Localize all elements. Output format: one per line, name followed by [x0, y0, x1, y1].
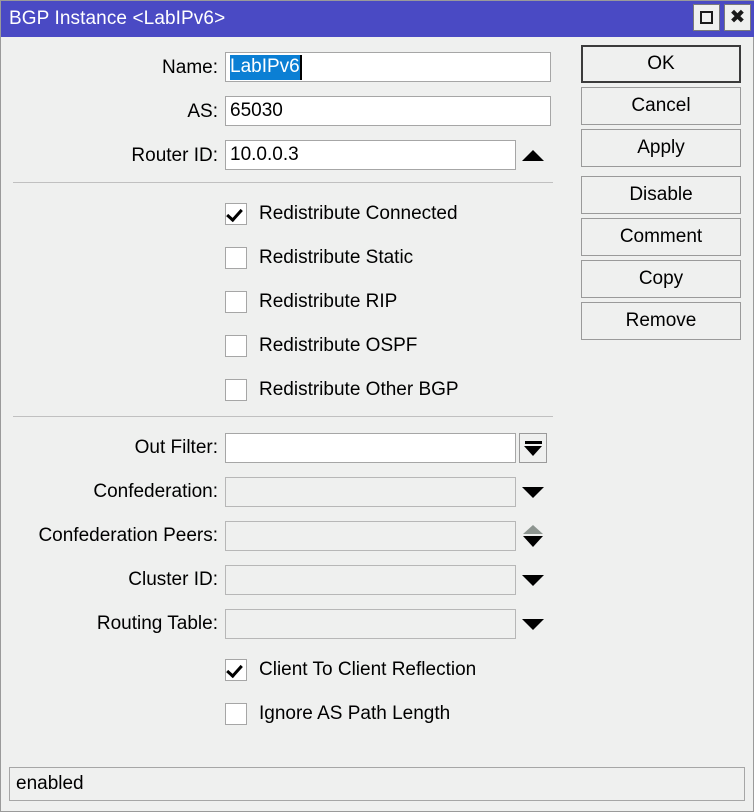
as-label: AS: — [187, 101, 218, 122]
confederation-dropdown-button[interactable] — [519, 477, 547, 507]
cluster-id-dropdown-button[interactable] — [519, 565, 547, 595]
cluster-id-label: Cluster ID: — [128, 569, 218, 590]
name-label: Name: — [162, 57, 218, 78]
router-id-up-button[interactable] — [519, 140, 547, 170]
maximize-button[interactable] — [693, 4, 720, 31]
action-button-column: OK Cancel Apply Disable Comment Copy Rem… — [581, 45, 741, 344]
triangle-down-icon — [522, 574, 544, 586]
routing-table-input[interactable] — [225, 609, 516, 639]
close-icon: ✖ — [729, 6, 746, 28]
remove-button[interactable]: Remove — [581, 302, 741, 340]
status-text: enabled — [16, 773, 84, 794]
checkbox-icon — [225, 379, 247, 401]
as-input-value: 65030 — [230, 100, 283, 121]
checkbox-label: Redistribute Other BGP — [259, 379, 459, 400]
window-controls: ✖ — [693, 4, 751, 31]
checkbox-redistribute-ospf[interactable]: Redistribute OSPF — [225, 333, 417, 359]
as-input[interactable]: 65030 — [225, 96, 551, 126]
status-bar: enabled — [9, 767, 745, 801]
confederation-peers-label: Confederation Peers: — [38, 525, 218, 546]
window-title: BGP Instance <LabIPv6> — [9, 8, 226, 29]
checkbox-icon — [225, 703, 247, 725]
triangle-up-icon — [522, 149, 544, 161]
checkbox-icon — [225, 203, 247, 225]
checkbox-icon — [225, 247, 247, 269]
checkbox-redistribute-rip[interactable]: Redistribute RIP — [225, 289, 397, 315]
checkbox-client-to-client-reflection[interactable]: Client To Client Reflection — [225, 657, 476, 683]
triangle-down-icon — [523, 536, 543, 547]
dropdown-bar-icon — [524, 440, 542, 444]
out-filter-dropdown-button[interactable] — [519, 433, 547, 463]
checkbox-redistribute-other-bgp[interactable]: Redistribute Other BGP — [225, 377, 459, 403]
router-id-input-value: 10.0.0.3 — [230, 144, 299, 165]
checkbox-label: Client To Client Reflection — [259, 659, 477, 680]
out-filter-input[interactable] — [225, 433, 516, 463]
close-button[interactable]: ✖ — [724, 4, 751, 31]
triangle-down-icon — [522, 486, 544, 498]
triangle-down-icon — [524, 445, 542, 456]
cluster-id-input[interactable] — [225, 565, 516, 595]
square-icon — [700, 11, 713, 24]
form-area: Name: LabIPv6 AS: 65030 Router ID: 10.0.… — [1, 37, 566, 752]
cancel-button[interactable]: Cancel — [581, 87, 741, 125]
apply-button[interactable]: Apply — [581, 129, 741, 167]
checkbox-ignore-as-path-length[interactable]: Ignore AS Path Length — [225, 701, 450, 727]
name-input[interactable]: LabIPv6 — [225, 52, 551, 82]
triangle-up-icon — [523, 525, 543, 534]
separator-top — [13, 182, 553, 183]
checkbox-label: Redistribute Connected — [259, 203, 458, 224]
copy-button[interactable]: Copy — [581, 260, 741, 298]
comment-button[interactable]: Comment — [581, 218, 741, 256]
checkbox-label: Redistribute RIP — [259, 291, 398, 312]
confederation-peers-spinner[interactable] — [519, 520, 547, 552]
name-input-value: LabIPv6 — [230, 54, 300, 80]
confederation-input[interactable] — [225, 477, 516, 507]
checkbox-label: Redistribute Static — [259, 247, 414, 268]
ok-button[interactable]: OK — [581, 45, 741, 83]
checkbox-icon — [225, 659, 247, 681]
checkbox-icon — [225, 335, 247, 357]
router-id-label: Router ID: — [131, 145, 218, 166]
router-id-input[interactable]: 10.0.0.3 — [225, 140, 516, 170]
confederation-peers-input[interactable] — [225, 521, 516, 551]
routing-table-label: Routing Table: — [96, 613, 218, 634]
separator-bottom — [13, 416, 553, 417]
title-bar[interactable]: BGP Instance <LabIPv6> ✖ — [1, 1, 754, 37]
checkbox-redistribute-static[interactable]: Redistribute Static — [225, 245, 413, 271]
checkbox-icon — [225, 291, 247, 313]
bgp-instance-dialog: BGP Instance <LabIPv6> ✖ Name: LabIPv6 A… — [0, 0, 754, 812]
out-filter-label: Out Filter: — [134, 437, 218, 458]
checkbox-label: Redistribute OSPF — [259, 335, 418, 356]
checkbox-redistribute-connected[interactable]: Redistribute Connected — [225, 201, 458, 227]
routing-table-dropdown-button[interactable] — [519, 609, 547, 639]
confederation-label: Confederation: — [93, 481, 218, 502]
disable-button[interactable]: Disable — [581, 176, 741, 214]
checkbox-label: Ignore AS Path Length — [259, 703, 451, 724]
triangle-down-icon — [522, 618, 544, 630]
